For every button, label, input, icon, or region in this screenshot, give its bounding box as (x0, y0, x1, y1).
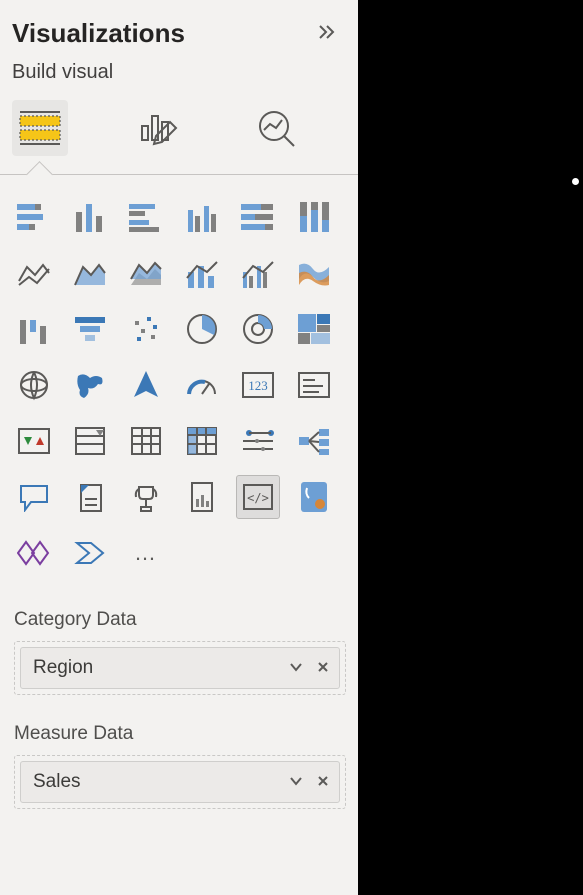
hundred-stacked-bar-chart-icon[interactable] (236, 195, 280, 239)
matrix-icon[interactable] (180, 419, 224, 463)
category-data-dropzone[interactable]: Region (14, 641, 346, 695)
qa-visual-icon[interactable] (12, 475, 56, 519)
remove-field-button[interactable] (317, 661, 329, 676)
map-icon[interactable] (12, 363, 56, 407)
field-pill-sales[interactable]: Sales (20, 761, 340, 803)
measure-data-label: Measure Data (14, 723, 346, 745)
svg-text:123: 123 (248, 378, 268, 393)
area-chart-icon[interactable] (68, 251, 112, 295)
field-pill-name: Region (33, 657, 93, 679)
scatter-chart-icon[interactable] (124, 307, 168, 351)
stacked-area-chart-icon[interactable] (124, 251, 168, 295)
table-icon[interactable] (124, 419, 168, 463)
power-apps-visual-icon[interactable] (12, 531, 56, 575)
line-stacked-column-chart-icon[interactable] (180, 251, 224, 295)
measure-data-dropzone[interactable]: Sales (14, 755, 346, 809)
python-visual-icon[interactable]: </> (236, 475, 280, 519)
gauge-chart-icon[interactable] (180, 363, 224, 407)
arcgis-map-icon[interactable] (292, 475, 336, 519)
panel-header: Visualizations (0, 0, 358, 57)
measure-data-well: Measure Data Sales (0, 701, 358, 815)
power-automate-visual-icon[interactable] (68, 531, 112, 575)
remove-field-button[interactable] (317, 775, 329, 790)
svg-text:</>: </> (247, 491, 269, 505)
hundred-stacked-column-chart-icon[interactable] (292, 195, 336, 239)
azure-map-icon[interactable] (124, 363, 168, 407)
field-menu-button[interactable] (289, 660, 303, 676)
line-chart-icon[interactable] (12, 251, 56, 295)
field-pill-region[interactable]: Region (20, 647, 340, 689)
funnel-chart-icon[interactable] (68, 307, 112, 351)
clustered-column-chart-icon[interactable] (180, 195, 224, 239)
collapse-panel-button[interactable] (314, 20, 342, 48)
format-visual-tab[interactable] (130, 100, 186, 156)
clustered-bar-chart-icon[interactable] (124, 195, 168, 239)
field-menu-button[interactable] (289, 774, 303, 790)
panel-subtitle: Build visual (0, 57, 358, 94)
paginated-report-icon[interactable] (180, 475, 224, 519)
ribbon-chart-icon[interactable] (292, 251, 336, 295)
category-data-well: Category Data Region (0, 587, 358, 701)
decorative-dot (572, 178, 579, 185)
analytics-tab[interactable] (248, 100, 304, 156)
stacked-bar-chart-icon[interactable] (12, 195, 56, 239)
multi-row-card-icon[interactable] (292, 363, 336, 407)
treemap-chart-icon[interactable] (292, 307, 336, 351)
build-tabs (0, 94, 358, 162)
waterfall-chart-icon[interactable] (12, 307, 56, 351)
field-pill-name: Sales (33, 771, 81, 793)
card-icon[interactable]: 123 (236, 363, 280, 407)
r-visual-icon[interactable] (236, 419, 280, 463)
filled-map-icon[interactable] (68, 363, 112, 407)
slicer-icon[interactable] (68, 419, 112, 463)
build-visual-tab[interactable] (12, 100, 68, 156)
tab-divider (0, 174, 358, 175)
kpi-icon[interactable] (12, 419, 56, 463)
smart-narrative-icon[interactable] (68, 475, 112, 519)
visualizations-panel: Visualizations Build visual (0, 0, 358, 895)
decomposition-tree-icon[interactable] (292, 419, 336, 463)
line-clustered-column-chart-icon[interactable] (236, 251, 280, 295)
panel-title: Visualizations (12, 18, 185, 49)
visualization-picker: 123 (0, 175, 358, 587)
stacked-column-chart-icon[interactable] (68, 195, 112, 239)
pie-chart-icon[interactable] (180, 307, 224, 351)
donut-chart-icon[interactable] (236, 307, 280, 351)
key-influencers-icon[interactable] (124, 475, 168, 519)
category-data-label: Category Data (14, 609, 346, 631)
more-visuals-button[interactable]: … (124, 531, 168, 575)
